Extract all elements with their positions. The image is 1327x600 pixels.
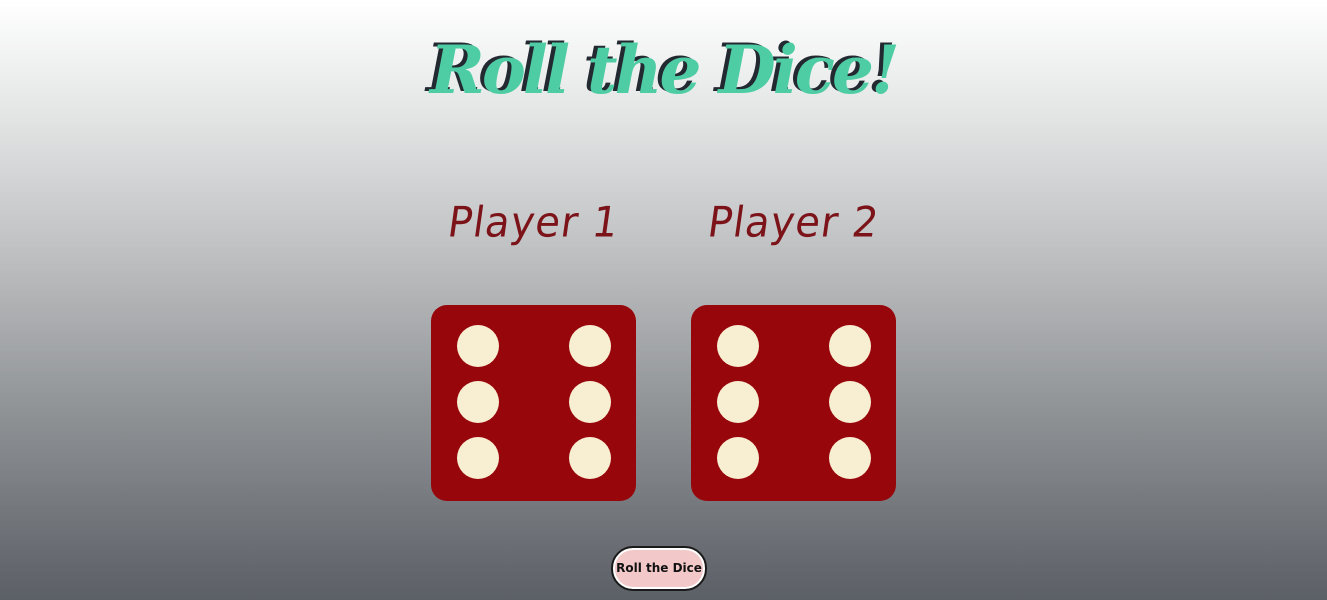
player-2-name: Player 2	[704, 198, 883, 248]
player-2-panel: Player 2	[691, 190, 896, 256]
die-pip	[569, 437, 611, 479]
die-pip	[717, 437, 759, 479]
die-pip	[829, 381, 871, 423]
player-2-die	[691, 305, 896, 501]
player-1-die	[431, 305, 636, 501]
die-pip	[457, 325, 499, 367]
dice-six-icon	[691, 305, 896, 501]
player-1-panel: Player 1	[431, 190, 636, 256]
die-pip	[829, 437, 871, 479]
page-title: Roll the Dice!	[430, 31, 900, 109]
die-pip	[457, 437, 499, 479]
die-pip	[717, 325, 759, 367]
die-pip	[457, 381, 499, 423]
die-pip	[569, 325, 611, 367]
die-pip	[829, 325, 871, 367]
die-pip	[717, 381, 759, 423]
roll-dice-button[interactable]: Roll the Dice	[611, 546, 707, 591]
player-1-name: Player 1	[444, 198, 623, 248]
die-pip	[569, 381, 611, 423]
dice-six-icon	[431, 305, 636, 501]
